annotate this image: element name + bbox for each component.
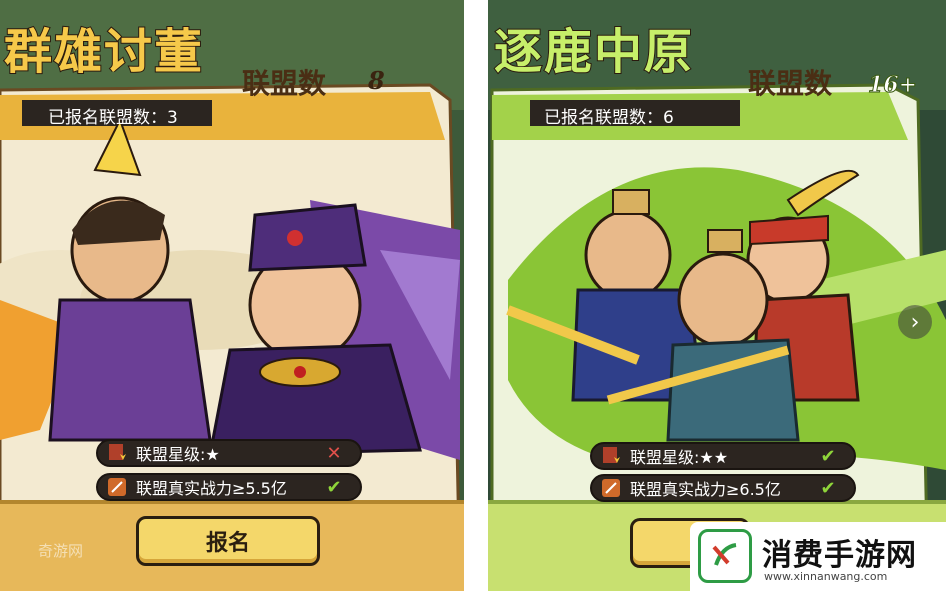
event-card-right: 逐鹿中原 联盟数 16+ 已报名联盟数：6 联盟星级:★★ ✔ 联盟真实战力≥6… — [488, 0, 946, 591]
requirement-text: 联盟真实战力≥6.5亿 — [630, 480, 781, 499]
site-url: www.xinnanwang.com — [764, 570, 888, 583]
alliance-count-value: 16+ — [867, 72, 918, 99]
left-card-art — [0, 0, 464, 591]
battle-power-icon — [600, 477, 622, 499]
site-logo-icon — [698, 529, 752, 583]
requirement-text: 联盟真实战力≥5.5亿 — [136, 479, 287, 498]
requirement-battle-power: 联盟真实战力≥5.5亿 ✔ — [96, 473, 362, 501]
alliance-count-value: 8 — [368, 66, 385, 95]
requirement-text: 联盟星级:★★ — [630, 448, 729, 467]
requirement-star-level: 联盟星级:★ ✕ — [96, 439, 362, 467]
requirement-star-level: 联盟星级:★★ ✔ — [590, 442, 856, 470]
requirement-unmet-icon: ✕ — [326, 442, 342, 464]
registered-count: 已报名联盟数：6 — [544, 108, 674, 128]
site-name: 消费手游网 — [762, 538, 917, 573]
requirement-met-icon: ✔ — [820, 445, 836, 467]
registered-count: 已报名联盟数：3 — [48, 108, 178, 128]
requirement-battle-power: 联盟真实战力≥6.5亿 ✔ — [590, 474, 856, 502]
event-title: 逐鹿中原 — [493, 23, 695, 81]
requirement-met-icon: ✔ — [326, 476, 342, 498]
signup-button[interactable]: 报名 — [136, 516, 320, 566]
alliance-flag-icon — [600, 445, 622, 467]
chevron-right-icon[interactable]: › — [898, 305, 932, 339]
alliance-count-label: 联盟数 — [242, 67, 327, 100]
requirement-text: 联盟星级:★ — [136, 445, 220, 464]
event-card-left: 群雄讨董 联盟数 8 已报名联盟数：3 联盟星级:★ ✕ 联盟真实战力≥5.5亿… — [0, 0, 464, 591]
requirement-met-icon: ✔ — [820, 477, 836, 499]
site-watermark: 消费手游网 www.xinnanwang.com — [690, 522, 946, 591]
alliance-flag-icon — [106, 442, 128, 464]
corner-watermark: 奇游网 — [38, 542, 84, 560]
battle-power-icon — [106, 476, 128, 498]
alliance-count-label: 联盟数 — [748, 67, 833, 100]
event-title: 群雄讨董 — [3, 23, 205, 81]
